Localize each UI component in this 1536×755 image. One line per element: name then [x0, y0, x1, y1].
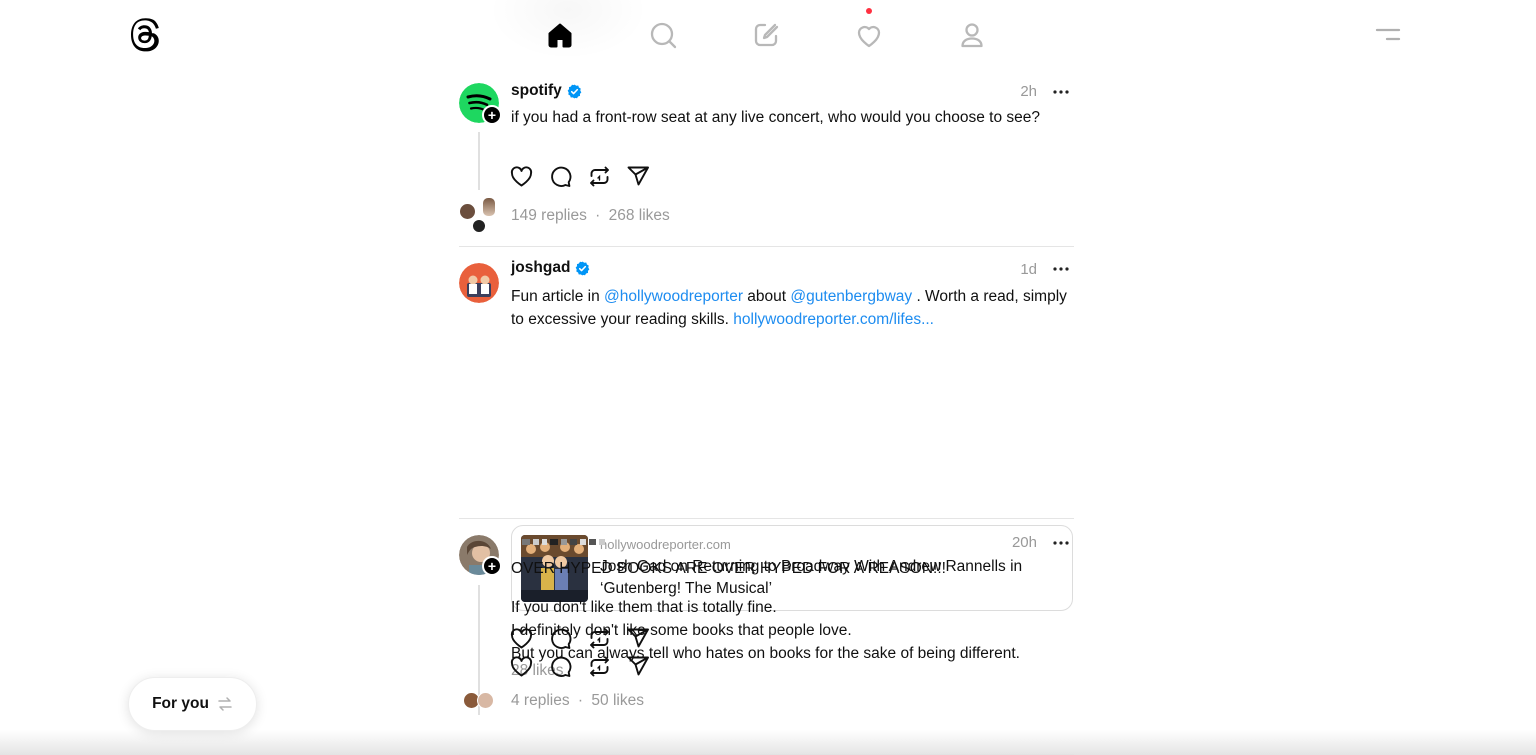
- verified-badge-icon: [567, 83, 582, 99]
- more-options-button[interactable]: [1050, 82, 1072, 102]
- nav-profile-button[interactable]: [932, 10, 1012, 60]
- stats-separator: ·: [577, 692, 584, 709]
- heart-icon: [857, 25, 881, 48]
- redacted-username[interactable]: [522, 539, 605, 545]
- feed: + spotify 2h if you had a front-row seat…: [459, 70, 1074, 755]
- post-actions: [509, 654, 651, 679]
- send-icon: [627, 166, 649, 186]
- nav-compose-button[interactable]: [726, 10, 806, 60]
- repost-button[interactable]: [587, 164, 612, 189]
- reply-button[interactable]: [548, 164, 573, 189]
- timestamp[interactable]: 1d: [1020, 261, 1037, 278]
- timestamp[interactable]: 20h: [1012, 534, 1037, 551]
- follow-plus-icon[interactable]: +: [482, 556, 502, 576]
- share-button[interactable]: [626, 654, 651, 679]
- more-options-button[interactable]: [1050, 533, 1072, 553]
- post-joshgad[interactable]: joshgad 1d Fun article in @hollywoodrepo…: [459, 247, 1074, 679]
- like-button[interactable]: [509, 164, 534, 189]
- text-segment: Fun article in: [511, 288, 605, 305]
- follow-plus-icon[interactable]: +: [482, 105, 502, 125]
- replier-avatar: [459, 203, 476, 220]
- heart-icon: [510, 166, 533, 187]
- comment-icon: [551, 166, 572, 187]
- more-icon: [1053, 90, 1069, 94]
- reply-button[interactable]: [548, 654, 573, 679]
- likes-count[interactable]: 50 likes: [591, 692, 644, 709]
- post-stats: 4 replies · 50 likes: [511, 692, 644, 710]
- profile-icon: [961, 23, 983, 48]
- avatar-joshgad[interactable]: [459, 263, 499, 303]
- verified-badge-icon: [576, 260, 590, 276]
- notification-dot: [866, 8, 872, 14]
- more-options-button[interactable]: [1050, 259, 1072, 279]
- mention-gutenbergbway[interactable]: @gutenbergbway: [790, 288, 912, 305]
- menu-icon: [1375, 28, 1401, 41]
- post-spotify[interactable]: + spotify 2h if you had a front-row seat…: [459, 70, 1074, 247]
- article-url-link[interactable]: hollywoodreporter.com/lifes...: [733, 311, 934, 328]
- username-text[interactable]: joshgad: [511, 259, 570, 277]
- bottom-fade: [0, 730, 1536, 755]
- repost-icon: [590, 656, 609, 677]
- more-icon: [1053, 541, 1069, 545]
- search-icon: [650, 22, 677, 49]
- post-text-line: If you don't like them that is totally f…: [511, 599, 777, 616]
- compose-icon: [754, 23, 779, 47]
- replies-count[interactable]: 4 replies: [511, 692, 570, 709]
- comment-icon: [551, 656, 572, 677]
- username-text[interactable]: spotify: [511, 82, 562, 100]
- feed-switch-button[interactable]: For you: [128, 677, 257, 731]
- stats-separator: ·: [595, 207, 601, 224]
- post-text-line: I definitely don't like some books that …: [511, 622, 852, 639]
- repost-button[interactable]: [587, 654, 612, 679]
- replier-avatar: [477, 692, 494, 709]
- heart-icon: [510, 656, 533, 677]
- text-segment: about: [743, 288, 791, 305]
- share-button[interactable]: [626, 164, 651, 189]
- menu-button[interactable]: [1370, 20, 1406, 50]
- top-navigation: [0, 0, 1536, 70]
- username-joshgad[interactable]: joshgad: [511, 259, 590, 277]
- replies-count[interactable]: 149 replies: [511, 207, 587, 224]
- post-actions: [509, 164, 651, 189]
- post-text-line: OVER HYPED BOOKS ARE OVER HYPED FOR A RE…: [511, 560, 946, 577]
- post-text: OVER HYPED BOOKS ARE OVER HYPED FOR A RE…: [511, 557, 1071, 665]
- home-icon: [548, 23, 572, 48]
- post-text: if you had a front-row seat at any live …: [511, 109, 1041, 126]
- nav-home-button[interactable]: [520, 10, 600, 60]
- switch-arrows-icon: [218, 697, 232, 711]
- mention-hollywoodreporter[interactable]: @hollywoodreporter: [604, 288, 743, 305]
- timestamp[interactable]: 2h: [1020, 83, 1037, 100]
- thread-line: [478, 132, 480, 190]
- username-spotify[interactable]: spotify: [511, 82, 582, 100]
- nav-search-button[interactable]: [623, 10, 703, 60]
- likes-count[interactable]: 268 likes: [609, 207, 670, 224]
- post-stats: 149 replies · 268 likes: [511, 207, 670, 225]
- replier-avatar: [472, 219, 486, 233]
- send-icon: [627, 656, 649, 676]
- like-button[interactable]: [509, 654, 534, 679]
- nav-activity-button[interactable]: [829, 10, 909, 60]
- more-icon: [1053, 267, 1069, 271]
- post-text: Fun article in @hollywoodreporter about …: [511, 285, 1071, 331]
- repost-icon: [590, 166, 609, 187]
- post-redacted-user[interactable]: + 20h OVER HYPED BOOKS ARE OVER HYPED FO…: [459, 519, 1074, 755]
- replier-avatar: [482, 197, 496, 217]
- feed-switch-label: For you: [152, 695, 209, 712]
